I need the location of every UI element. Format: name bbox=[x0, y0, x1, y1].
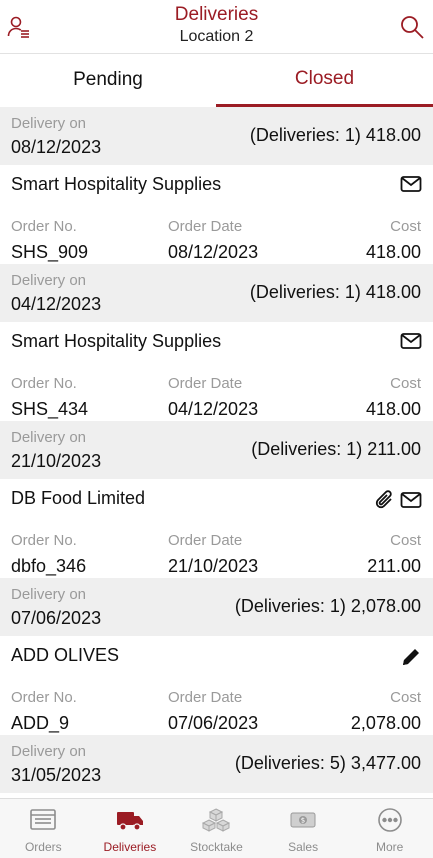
supplier-name: DB Food Limited bbox=[11, 488, 146, 508]
cost-label: Cost bbox=[390, 532, 421, 549]
delivery-row[interactable]: ADD OLIVES Order No. Order Date Cost ADD_9 07… bbox=[0, 636, 433, 735]
delivery-date: 07/06/2023 bbox=[11, 608, 102, 628]
location-subtitle[interactable]: Location 2 bbox=[0, 28, 433, 46]
delivery-on-label: Delivery on bbox=[11, 743, 87, 760]
cost-value: 418.00 bbox=[365, 242, 421, 262]
cost-label: Cost bbox=[390, 375, 421, 392]
delivery-group-header[interactable]: Delivery on 31/05/2023 (Deliveries: 5) 3,4… bbox=[0, 735, 433, 793]
tabbar-item-more[interactable]: More bbox=[346, 799, 433, 858]
supplier-name: Smart Hospitality Supplies bbox=[11, 174, 222, 194]
cost-value: 418.00 bbox=[365, 399, 421, 419]
delivery-summary: (Deliveries: 5) 3,477.00 bbox=[234, 753, 421, 773]
tab-closed[interactable]: Closed bbox=[216, 54, 433, 107]
delivery-on-label: Delivery on bbox=[11, 586, 87, 603]
row-icons bbox=[400, 646, 422, 668]
envelope-icon[interactable] bbox=[400, 332, 422, 350]
tabbar-item-stocktake[interactable]: Stocktake bbox=[173, 799, 260, 858]
order-date-value: 04/12/2023 bbox=[168, 399, 259, 419]
delivery-row[interactable]: DB Food Limited Order No. Order Date Cost db… bbox=[0, 479, 433, 578]
tabbar-item-orders[interactable]: Orders bbox=[0, 799, 87, 858]
order-no-label: Order No. bbox=[11, 689, 77, 706]
delivery-date: 21/10/2023 bbox=[11, 451, 102, 471]
order-no-value: ADD_9 bbox=[11, 713, 70, 733]
order-no-label: Order No. bbox=[11, 375, 77, 392]
bottom-tab-bar: Orders Deliveries Stocktake $ Sales More bbox=[0, 798, 433, 858]
order-date-value: 21/10/2023 bbox=[168, 556, 259, 576]
delivery-row[interactable]: Smart Hospitality Supplies Order No. Order… bbox=[0, 165, 433, 264]
tabbar-label: Deliveries bbox=[103, 840, 157, 854]
delivery-summary: (Deliveries: 1) 211.00 bbox=[251, 439, 421, 459]
row-icons bbox=[374, 489, 422, 511]
row-icons bbox=[400, 332, 422, 350]
order-date-label: Order Date bbox=[168, 689, 243, 706]
more-icon bbox=[376, 807, 404, 833]
order-no-value: dbfo_346 bbox=[11, 556, 87, 576]
cost-label: Cost bbox=[390, 218, 421, 235]
envelope-icon[interactable] bbox=[400, 491, 422, 509]
order-date-value: 08/12/2023 bbox=[168, 242, 259, 262]
delivery-group-header[interactable]: Delivery on 08/12/2023 (Deliveries: 1) 418… bbox=[0, 107, 433, 165]
cost-value: 211.00 bbox=[367, 556, 421, 576]
order-no-label: Order No. bbox=[11, 532, 77, 549]
delivery-on-label: Delivery on bbox=[11, 429, 87, 446]
app-header: Deliveries Location 2 bbox=[0, 0, 433, 54]
delivery-summary: (Deliveries: 1) 2,078.00 bbox=[234, 596, 421, 616]
tabbar-label: Orders bbox=[24, 840, 62, 854]
cost-value: 2,078.00 bbox=[350, 713, 421, 733]
delivery-date: 04/12/2023 bbox=[11, 294, 102, 314]
delivery-date: 08/12/2023 bbox=[11, 137, 102, 157]
delivery-group-header[interactable]: Delivery on 21/10/2023 (Deliveries: 1) 211… bbox=[0, 421, 433, 479]
delivery-group-header[interactable]: Delivery on 04/12/2023 (Deliveries: 1) 418… bbox=[0, 264, 433, 322]
search-icon[interactable] bbox=[399, 14, 425, 40]
order-no-value: SHS_434 bbox=[11, 399, 89, 419]
row-icons bbox=[400, 175, 422, 193]
order-no-label: Order No. bbox=[11, 218, 77, 235]
svg-text:$: $ bbox=[301, 817, 305, 825]
tabbar-item-deliveries[interactable]: Deliveries bbox=[87, 799, 174, 858]
delivery-summary: (Deliveries: 1) 418.00 bbox=[249, 282, 421, 302]
tab-pending[interactable]: Pending bbox=[0, 54, 216, 107]
order-no-value: SHS_909 bbox=[11, 242, 89, 262]
order-date-label: Order Date bbox=[168, 375, 243, 392]
tabbar-item-sales[interactable]: $ Sales bbox=[260, 799, 347, 858]
boxes-icon bbox=[202, 807, 231, 833]
page-title: Deliveries bbox=[174, 4, 259, 25]
delivery-row[interactable]: Smart Hospitality Supplies Order No. Order… bbox=[0, 322, 433, 421]
deliveries-list[interactable]: Delivery on 08/12/2023 (Deliveries: 1) 418… bbox=[0, 107, 433, 798]
delivery-group-header[interactable]: Delivery on 07/06/2023 (Deliveries: 1) 2,0… bbox=[0, 578, 433, 636]
order-date-label: Order Date bbox=[168, 218, 243, 235]
truck-icon bbox=[116, 807, 144, 833]
tabbar-label: Sales bbox=[288, 840, 319, 854]
supplier-name: ADD OLIVES bbox=[11, 645, 120, 665]
cash-icon: $ bbox=[289, 807, 317, 833]
tabbar-label: Stocktake bbox=[190, 840, 243, 854]
supplier-name: Smart Hospitality Supplies bbox=[11, 331, 222, 351]
order-date-value: 07/06/2023 bbox=[168, 713, 259, 733]
orders-icon bbox=[29, 807, 57, 833]
paperclip-icon[interactable] bbox=[374, 489, 396, 511]
pencil-icon[interactable] bbox=[400, 646, 422, 668]
delivery-summary: (Deliveries: 1) 418.00 bbox=[249, 125, 421, 145]
order-date-label: Order Date bbox=[168, 532, 243, 549]
delivery-on-label: Delivery on bbox=[11, 115, 87, 132]
status-tabs: Pending Closed bbox=[0, 54, 433, 107]
delivery-date: 31/05/2023 bbox=[11, 765, 102, 785]
delivery-on-label: Delivery on bbox=[11, 272, 87, 289]
tabbar-label: More bbox=[376, 840, 404, 854]
envelope-icon[interactable] bbox=[400, 175, 422, 193]
cost-label: Cost bbox=[390, 689, 421, 706]
